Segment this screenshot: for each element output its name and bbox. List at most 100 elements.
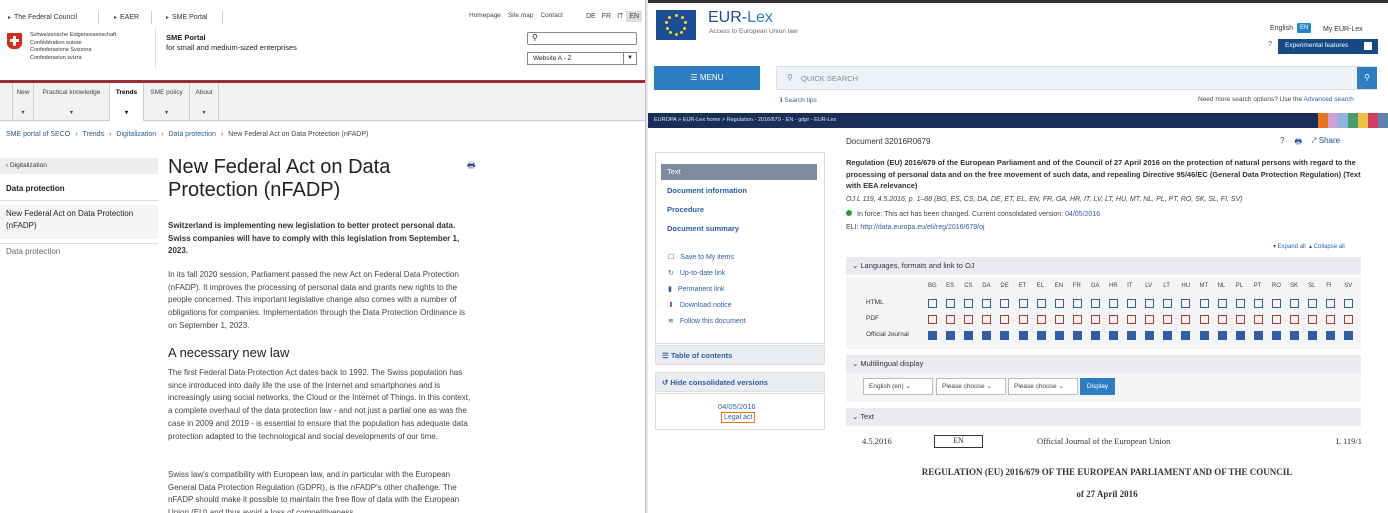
html-ga-icon[interactable] xyxy=(1090,299,1100,308)
language-selector[interactable]: English EN xyxy=(1270,23,1312,33)
breadcrumb-digitalization[interactable]: Digitalization xyxy=(116,131,156,138)
search-button[interactable]: ⚲ xyxy=(1357,67,1377,89)
up-to-date-link[interactable]: ↻ Up-to-date link xyxy=(668,269,725,277)
nav-about[interactable]: About ▾ xyxy=(190,83,219,121)
oj-pl-icon[interactable] xyxy=(1235,331,1245,340)
print-icon[interactable]: 🖶 xyxy=(1294,136,1302,150)
print-icon[interactable]: 🖶 xyxy=(467,158,476,174)
pdf-mt-icon[interactable] xyxy=(1199,315,1209,324)
share-button[interactable]: ⤤ Share xyxy=(1312,136,1340,150)
pdf-pl-icon[interactable] xyxy=(1235,315,1245,324)
pdf-sk-icon[interactable] xyxy=(1290,315,1299,324)
pdf-el-icon[interactable] xyxy=(1036,315,1046,324)
html-bg-icon[interactable] xyxy=(928,299,937,308)
contact-link[interactable]: Contact xyxy=(540,12,562,19)
pdf-de-icon[interactable] xyxy=(1000,315,1010,324)
permanent-link[interactable]: ▮ Permanent link xyxy=(668,285,725,293)
tab-text[interactable]: Text xyxy=(661,164,817,180)
top-crumb-eaer[interactable]: ▸ EAER xyxy=(114,11,139,24)
multilingual-select-2[interactable]: Please choose ⌄ xyxy=(936,378,1006,395)
pdf-lt-icon[interactable] xyxy=(1163,315,1173,324)
download-notice-link[interactable]: ⬇ Download notice xyxy=(668,301,732,309)
html-et-icon[interactable] xyxy=(1018,299,1028,308)
pdf-bg-icon[interactable] xyxy=(928,315,937,324)
lang-de[interactable]: DE xyxy=(583,11,599,22)
lang-en[interactable]: EN xyxy=(626,11,643,22)
oj-ro-icon[interactable] xyxy=(1271,331,1281,340)
section-multilingual-header[interactable]: ⌄ Multilingual display xyxy=(846,355,1361,373)
pdf-it-icon[interactable] xyxy=(1127,315,1137,324)
oj-es-icon[interactable] xyxy=(946,331,956,340)
section-languages-header[interactable]: ⌄ Languages, formats and link to OJ xyxy=(846,257,1361,275)
html-cs-icon[interactable] xyxy=(964,299,974,308)
top-crumb-federal-council[interactable]: ▸ The Federal Council xyxy=(8,11,77,24)
oj-fi-icon[interactable] xyxy=(1326,331,1336,340)
oj-lv-icon[interactable] xyxy=(1145,331,1155,340)
oj-el-icon[interactable] xyxy=(1036,331,1046,340)
html-fi-icon[interactable] xyxy=(1326,299,1336,308)
sidebar-item-current[interactable]: New Federal Act on Data Protection (nFAD… xyxy=(0,205,158,239)
help-icon[interactable]: ? xyxy=(1280,136,1284,150)
pdf-da-icon[interactable] xyxy=(982,315,992,324)
html-de-icon[interactable] xyxy=(1000,299,1010,308)
version-date-link[interactable]: 04/05/2016 xyxy=(718,402,756,411)
pdf-fr-icon[interactable] xyxy=(1072,315,1082,324)
expand-all-link[interactable]: ▾ Expand all xyxy=(1273,244,1306,250)
oj-hr-icon[interactable] xyxy=(1109,331,1118,340)
oj-cs-icon[interactable] xyxy=(964,331,974,340)
lang-fr[interactable]: FR xyxy=(599,11,614,22)
table-of-contents-button[interactable]: ☰ Table of contents xyxy=(655,345,825,365)
multilingual-select-3[interactable]: Please choose ⌄ xyxy=(1008,378,1078,395)
search-input[interactable]: ⚲ xyxy=(527,32,637,45)
nav-trends[interactable]: Trends ▾ xyxy=(110,83,144,121)
html-lv-icon[interactable] xyxy=(1145,299,1155,308)
html-en-icon[interactable] xyxy=(1054,299,1064,308)
oj-sv-icon[interactable] xyxy=(1344,331,1354,340)
pdf-fi-icon[interactable] xyxy=(1326,315,1336,324)
oj-ga-icon[interactable] xyxy=(1090,331,1100,340)
website-a-z-select[interactable]: Website A - Z ▼ xyxy=(527,52,637,65)
multilingual-select-1[interactable]: English (en) ⌄ xyxy=(863,378,933,395)
sidebar-back-digitalization[interactable]: ‹ Digitalization xyxy=(0,158,158,174)
oj-da-icon[interactable] xyxy=(982,331,992,340)
sidebar-item-data-protection[interactable]: Data protection xyxy=(0,243,158,261)
pdf-lv-icon[interactable] xyxy=(1145,315,1155,324)
document-information-link[interactable]: Document information xyxy=(667,186,747,195)
checkbox-icon[interactable] xyxy=(1364,42,1372,50)
pdf-nl-icon[interactable] xyxy=(1217,315,1227,324)
html-pt-icon[interactable] xyxy=(1253,299,1263,308)
section-text-header[interactable]: ⌄ Text xyxy=(846,408,1361,426)
oj-en-icon[interactable] xyxy=(1054,331,1064,340)
pdf-hu-icon[interactable] xyxy=(1181,315,1191,324)
eli-link[interactable]: http://data.europa.eu/eli/reg/2016/679/o… xyxy=(860,224,984,231)
html-fr-icon[interactable] xyxy=(1072,299,1082,308)
nav-sme-policy[interactable]: SME policy ▾ xyxy=(144,83,190,121)
oj-pt-icon[interactable] xyxy=(1253,331,1263,340)
html-lt-icon[interactable] xyxy=(1163,299,1173,308)
display-button[interactable]: Display xyxy=(1080,378,1115,395)
html-sk-icon[interactable] xyxy=(1290,299,1299,308)
document-summary-link[interactable]: Document summary xyxy=(667,224,739,233)
pdf-ro-icon[interactable] xyxy=(1271,315,1281,324)
pdf-sl-icon[interactable] xyxy=(1308,315,1318,324)
collapse-all-link[interactable]: ▴ Collapse all xyxy=(1309,244,1345,250)
help-icon[interactable]: ? xyxy=(1268,41,1272,48)
nav-new[interactable]: New ▾ xyxy=(12,83,34,121)
html-es-icon[interactable] xyxy=(946,299,956,308)
oj-bg-icon[interactable] xyxy=(928,331,937,340)
html-hr-icon[interactable] xyxy=(1109,299,1118,308)
html-mt-icon[interactable] xyxy=(1199,299,1209,308)
html-sv-icon[interactable] xyxy=(1344,299,1354,308)
html-ro-icon[interactable] xyxy=(1271,299,1281,308)
oj-et-icon[interactable] xyxy=(1018,331,1028,340)
pdf-hr-icon[interactable] xyxy=(1109,315,1118,324)
oj-it-icon[interactable] xyxy=(1127,331,1137,340)
breadcrumb-data-protection[interactable]: Data protection xyxy=(168,131,215,138)
html-sl-icon[interactable] xyxy=(1308,299,1318,308)
pdf-sv-icon[interactable] xyxy=(1344,315,1354,324)
quick-search-input[interactable]: ⚲ QUICK SEARCH xyxy=(776,66,1377,90)
oj-mt-icon[interactable] xyxy=(1199,331,1209,340)
my-eurlex-link[interactable]: My EUR-Lex xyxy=(1323,26,1363,33)
breadcrumb-trends[interactable]: Trends xyxy=(83,131,105,138)
pdf-pt-icon[interactable] xyxy=(1253,315,1263,324)
